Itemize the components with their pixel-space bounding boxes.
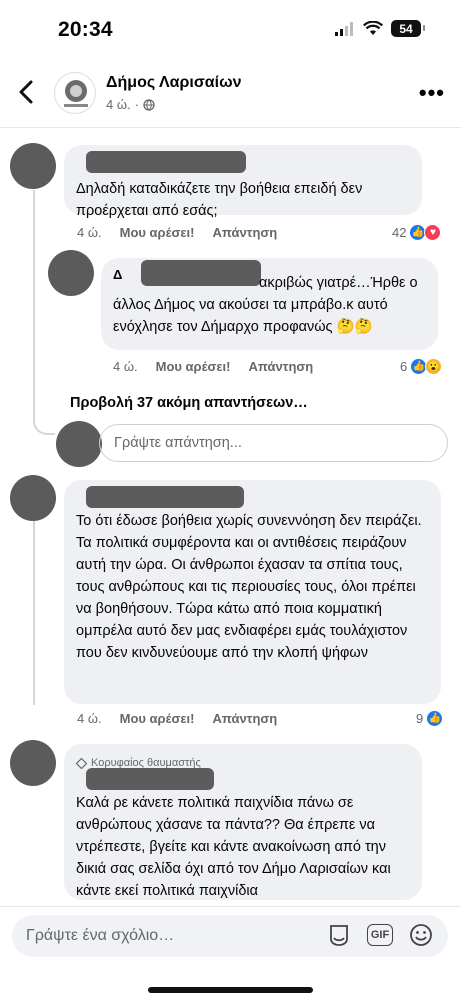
- like-button[interactable]: Μου αρέσει!: [156, 359, 231, 374]
- reply-actions: 4 ώ. Μου αρέσει! Απάντηση: [113, 359, 313, 374]
- avatar: [56, 421, 102, 467]
- reply-bubble[interactable]: Δ ακριβώς γιατρέ…Ήρθε ο άλλος Δήμος να α…: [101, 258, 438, 350]
- like-reaction-icon: 👍: [426, 710, 444, 727]
- like-button[interactable]: Μου αρέσει!: [120, 711, 195, 726]
- comment-composer: Γράψτε ένα σχόλιο… GIF: [0, 906, 461, 1000]
- globe-icon: [143, 98, 155, 111]
- comment-actions: 4 ώ. Μου αρέσει! Απάντηση: [77, 711, 277, 726]
- home-indicator: [148, 987, 313, 993]
- reply-button[interactable]: Απάντηση: [248, 359, 313, 374]
- post-meta: 4 ώ. ·: [106, 97, 155, 112]
- reaction-count: 42: [392, 225, 407, 240]
- reply-text-fragment: ακριβώς γιατρέ…Ήρθε ο: [259, 275, 418, 291]
- top-fan-label: Κορυφαίος θαυμαστής: [91, 757, 201, 769]
- meta-separator: ·: [134, 97, 139, 112]
- comment-actions: 4 ώ. Μου αρέσει! Απάντηση: [77, 225, 277, 240]
- more-options-icon[interactable]: •••: [419, 80, 445, 106]
- battery-icon: 54: [391, 20, 425, 37]
- comment-bubble[interactable]: Το ότι έδωσε βοήθεια χωρίς συνεννόηση δε…: [64, 480, 441, 704]
- emoji-icon[interactable]: [407, 921, 435, 949]
- avatar-sticker-icon[interactable]: [325, 921, 353, 949]
- post-header: Δήμος Λαρισαίων 4 ώ. · •••: [0, 64, 461, 128]
- post-time: 4 ώ.: [106, 97, 131, 112]
- reply-button[interactable]: Απάντηση: [212, 225, 277, 240]
- municipality-logo-icon: [64, 80, 88, 107]
- reply-text: άλλος Δήμος να ακούσει τα μπράβο.κ αυτό …: [113, 297, 388, 335]
- reply-first-line: Δ ακριβώς γιατρέ…Ήρθε ο: [113, 260, 426, 291]
- thread-line: [33, 190, 55, 435]
- status-bar: 20:34 54: [0, 0, 461, 62]
- avatar[interactable]: [48, 250, 94, 296]
- like-button[interactable]: Μου αρέσει!: [120, 225, 195, 240]
- back-arrow-icon[interactable]: [15, 78, 39, 106]
- reply-time: 4 ώ.: [113, 359, 138, 374]
- gif-icon[interactable]: GIF: [367, 924, 393, 946]
- comment-bubble[interactable]: Κορυφαίος θαυμαστής Καλά ρε κάνετε πολιτ…: [64, 744, 422, 900]
- avatar[interactable]: [10, 475, 56, 521]
- redacted-author-name: [86, 151, 246, 173]
- comment-text: Το ότι έδωσε βοήθεια χωρίς συνεννόηση δε…: [76, 513, 422, 661]
- avatar[interactable]: [10, 740, 56, 786]
- view-more-replies-link[interactable]: Προβολή 37 ακόμη απαντήσεων…: [70, 395, 308, 411]
- reaction-summary[interactable]: 9 👍: [416, 710, 444, 727]
- reply-input[interactable]: Γράψτε απάντηση...: [99, 424, 448, 462]
- comment-text: Καλά ρε κάνετε πολιτικά παιχνίδια πάνω σ…: [76, 795, 391, 899]
- page-avatar[interactable]: [54, 72, 96, 114]
- thread-line: [33, 505, 35, 705]
- reaction-summary[interactable]: 42 👍 ♥: [392, 224, 442, 241]
- reaction-summary[interactable]: 6 👍 😮: [400, 358, 443, 375]
- redacted-author-name: [141, 260, 261, 286]
- top-fan-badge: Κορυφαίος θαυμαστής: [76, 752, 410, 774]
- comment-time: 4 ώ.: [77, 711, 102, 726]
- status-icons: 54: [335, 20, 425, 37]
- wow-reaction-icon: 😮: [425, 358, 443, 375]
- wifi-icon: [363, 21, 383, 35]
- love-reaction-icon: ♥: [424, 224, 442, 241]
- avatar[interactable]: [10, 143, 56, 189]
- reply-button[interactable]: Απάντηση: [212, 711, 277, 726]
- comment-text: Δηλαδή καταδικάζετε την βοήθεια επειδή δ…: [76, 181, 363, 219]
- cellular-signal-icon: [335, 21, 353, 36]
- reaction-count: 9: [416, 711, 424, 726]
- reply-author-fragment: Δ: [113, 267, 123, 282]
- comment-time: 4 ώ.: [77, 225, 102, 240]
- diamond-badge-icon: [76, 757, 87, 769]
- comment-bubble[interactable]: Δηλαδή καταδικάζετε την βοήθεια επειδή δ…: [64, 145, 422, 219]
- composer-icons: GIF: [325, 921, 435, 949]
- redacted-author-name: [86, 486, 244, 508]
- comment-placeholder: Γράψτε ένα σχόλιο…: [26, 927, 175, 944]
- clock: 20:34: [58, 18, 113, 41]
- reaction-count: 6: [400, 359, 408, 374]
- page-title[interactable]: Δήμος Λαρισαίων: [106, 74, 242, 92]
